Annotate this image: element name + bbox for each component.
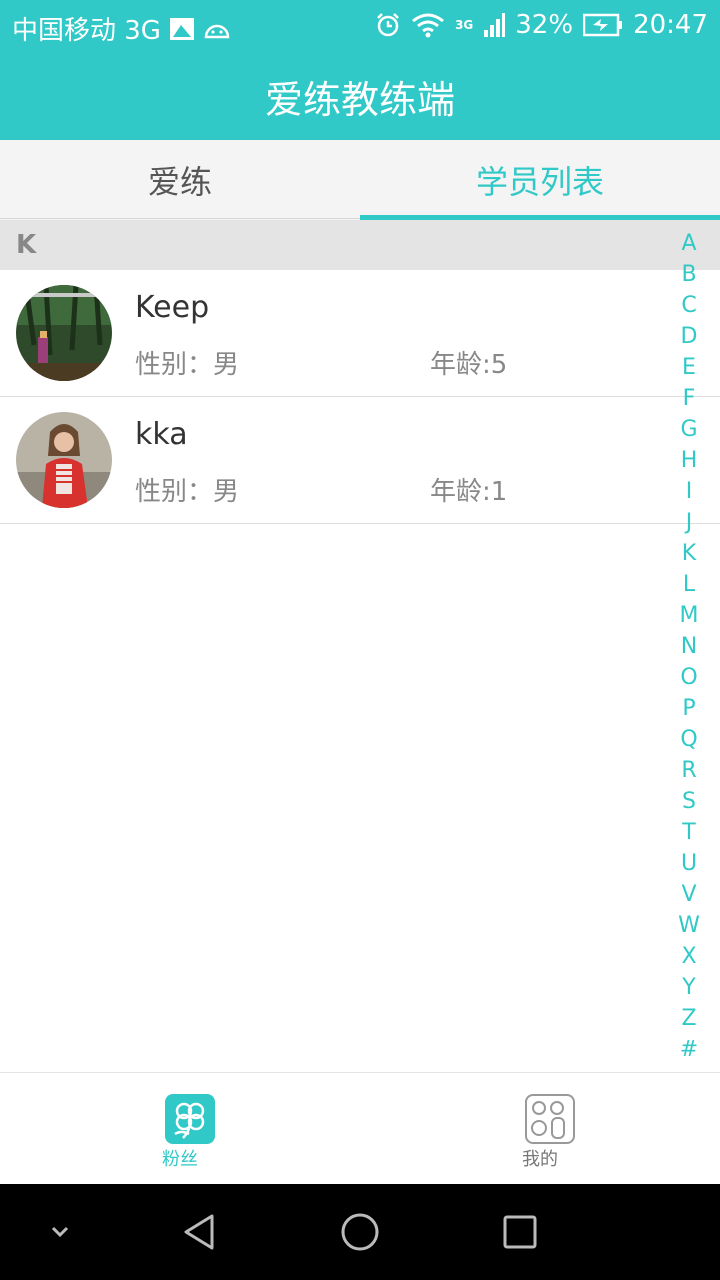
nav-item-fans[interactable]: 粉丝 [0,1073,360,1185]
index-letter[interactable]: W [678,910,700,941]
index-letter[interactable]: X [681,941,696,972]
status-bar: 中国移动 3G 3G 32% 20:47 [0,0,720,52]
index-letter[interactable]: F [683,383,696,414]
index-letter[interactable]: J [686,507,693,538]
alphabet-index[interactable]: A B C D E F G H I J K L M N O P Q R S T U V W X Y Z # [676,228,702,1065]
tab-divider [0,218,360,219]
system-nav-bar [0,1184,720,1280]
index-letter[interactable]: V [681,879,696,910]
section-header-letter: K [0,220,720,270]
tab-bar: 爱练 学员列表 [0,140,720,220]
index-letter[interactable]: D [681,321,698,352]
list-item[interactable]: kka 性别：男 年龄:1 [0,397,720,524]
student-age: 年龄:1 [430,477,508,507]
student-name: kka [135,417,188,452]
student-gender: 性别：男 [135,350,240,380]
clover-icon [165,1094,215,1144]
recents-icon[interactable] [496,1208,544,1256]
index-letter[interactable]: Q [680,724,697,755]
student-list: Keep 性别：男 年龄:5 kka 性别：男 年龄:1 [0,270,720,524]
index-letter[interactable]: E [682,352,696,383]
index-letter[interactable]: L [683,569,695,600]
clock: 20:47 [633,10,708,40]
index-letter[interactable]: T [682,817,695,848]
index-letter[interactable]: Z [681,1003,696,1034]
index-letter[interactable]: U [681,848,697,879]
index-letter[interactable]: R [681,755,696,786]
carrier-label: 中国移动 3G [12,16,161,46]
bottom-nav: 粉丝 我的 [0,1072,720,1184]
student-gender: 性别：男 [135,477,240,507]
wifi-icon [412,13,444,38]
nav-label-mine: 我的 [522,1149,558,1170]
index-letter[interactable]: I [686,476,693,507]
index-letter[interactable]: C [681,290,696,321]
avatar [16,412,112,508]
index-letter[interactable]: O [680,662,697,693]
student-name: Keep [135,290,210,325]
avatar [16,285,112,381]
app-bar: 爱练教练端 [0,52,720,140]
image-notification-icon [169,17,194,40]
back-icon[interactable] [176,1208,224,1256]
index-letter[interactable]: H [681,445,698,476]
index-letter[interactable]: P [682,693,695,724]
battery-charging-icon [583,13,623,37]
network-type-label: 3G [455,18,474,32]
hide-keyboard-icon[interactable] [36,1208,84,1256]
battery-percent: 32% [515,10,574,40]
index-letter[interactable]: Y [682,972,695,1003]
profile-gear-icon [525,1094,575,1144]
nav-item-mine[interactable]: 我的 [360,1073,720,1185]
index-letter[interactable]: S [682,786,696,817]
index-letter[interactable]: K [682,538,696,569]
page-title: 爱练教练端 [264,77,455,122]
signal-icon [484,13,506,37]
tab-student-list[interactable]: 学员列表 [360,140,720,220]
index-letter[interactable]: N [681,631,697,662]
tab-ailian[interactable]: 爱练 [0,140,360,220]
index-letter[interactable]: # [680,1034,698,1065]
index-letter[interactable]: A [681,228,696,259]
alarm-icon [377,13,399,37]
index-letter[interactable]: B [681,259,696,290]
student-age: 年龄:5 [430,350,508,380]
home-icon[interactable] [336,1208,384,1256]
nav-label-fans: 粉丝 [162,1149,198,1170]
index-letter[interactable]: G [680,414,697,445]
android-icon [204,24,230,38]
list-item[interactable]: Keep 性别：男 年龄:5 [0,270,720,397]
index-letter[interactable]: M [680,600,699,631]
